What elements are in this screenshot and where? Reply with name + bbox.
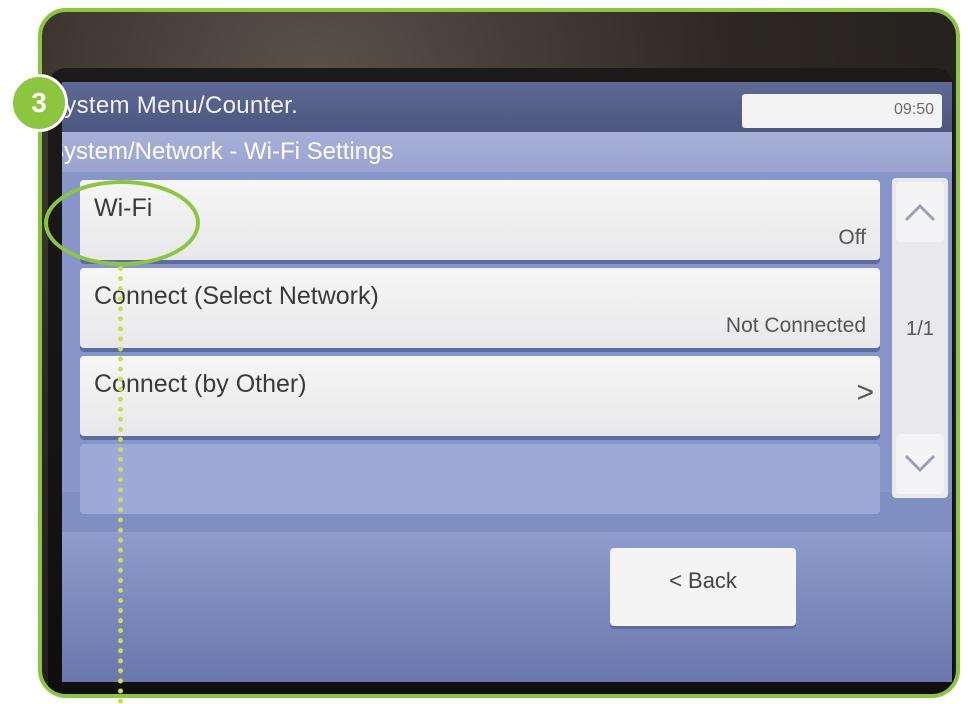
- highlight-ellipse: [44, 180, 200, 266]
- title-bar: System Menu/Counter. 09:50: [62, 82, 952, 132]
- touch-screen: System Menu/Counter. 09:50 System/Networ…: [62, 82, 952, 682]
- list-item-label: Connect (Select Network): [94, 282, 379, 310]
- list-item-value: Off: [838, 226, 866, 249]
- list-item-connect-by-other[interactable]: Connect (by Other) >: [80, 356, 880, 436]
- scroll-down-button[interactable]: [896, 434, 944, 494]
- list-item-value: Not Connected: [725, 314, 866, 337]
- clock-box: 09:50: [742, 94, 942, 128]
- step-number-badge: 3: [10, 74, 68, 132]
- breadcrumb: System/Network - Wi-Fi Settings: [62, 132, 952, 172]
- back-button[interactable]: < Back: [610, 548, 796, 626]
- list-item-connect-select-network[interactable]: Connect (Select Network) Not Connected: [80, 268, 880, 348]
- chevron-right-icon: >: [856, 376, 874, 409]
- chevron-up-icon: [904, 203, 936, 222]
- page-title: System Menu/Counter.: [62, 92, 299, 119]
- device-bezel: System Menu/Counter. 09:50 System/Networ…: [48, 68, 954, 694]
- footer-bar: [62, 532, 952, 682]
- list-item-wifi[interactable]: Wi-Fi Off: [80, 180, 880, 260]
- back-label: < Back: [669, 568, 737, 593]
- clock-time: 09:50: [893, 101, 934, 118]
- chevron-down-icon: [904, 454, 936, 473]
- list-item-empty: [80, 444, 880, 514]
- scroll-up-button[interactable]: [896, 182, 944, 242]
- photo-frame: System Menu/Counter. 09:50 System/Networ…: [38, 8, 960, 698]
- scroll-panel: 1/1: [892, 178, 948, 498]
- page-indicator: 1/1: [906, 318, 934, 340]
- list-item-label: Connect (by Other): [94, 370, 307, 398]
- callout-dotted-line: [118, 266, 123, 704]
- breadcrumb-text: System/Network - Wi-Fi Settings: [62, 138, 394, 165]
